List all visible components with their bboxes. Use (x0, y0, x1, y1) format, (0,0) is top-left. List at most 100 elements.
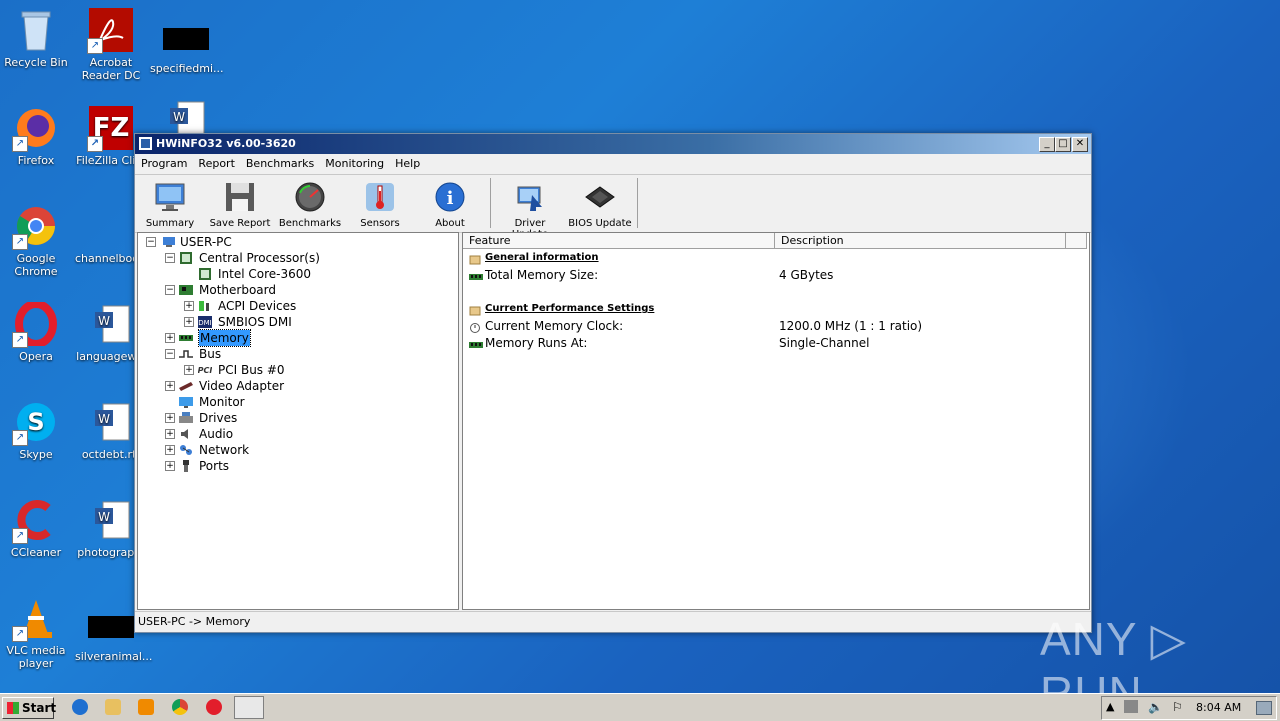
collapse-toggle[interactable]: − (165, 253, 175, 263)
column-header-feature[interactable]: Feature (463, 233, 775, 249)
tree-label: Network (199, 443, 250, 457)
desktop-icon-specifiedmi[interactable]: specifiedmi... (150, 8, 224, 75)
expand-toggle[interactable]: + (184, 301, 194, 311)
tree-label: Video Adapter (199, 379, 285, 393)
svg-text:DMI: DMI (198, 319, 212, 327)
opera-taskbar-icon[interactable] (206, 699, 222, 715)
desktop-icon-label: Opera (19, 350, 53, 363)
pci-icon: PCI (198, 364, 213, 376)
video-card-icon (179, 380, 193, 392)
chip-icon (584, 181, 616, 213)
driver-update-icon (514, 181, 546, 213)
desktop-icon-ccleaner[interactable]: ↗ CCleaner (0, 498, 72, 559)
menu-help[interactable]: Help (389, 154, 425, 170)
network-tray-icon[interactable] (1124, 700, 1138, 713)
app-icon (139, 137, 152, 150)
minimize-button[interactable]: _ (1039, 137, 1055, 152)
chrome-taskbar-icon[interactable] (172, 699, 188, 715)
media-player-icon[interactable] (138, 699, 154, 715)
expand-toggle[interactable]: + (165, 461, 175, 471)
explorer-folder-icon[interactable] (105, 699, 121, 715)
tree-label: Bus (199, 347, 222, 361)
desktop-icon-recycle-bin[interactable]: Recycle Bin (0, 8, 72, 69)
menu-report[interactable]: Report (192, 154, 239, 170)
desktop-icon-skype[interactable]: S ↗ Skype (0, 400, 72, 461)
column-header-spacer (1066, 233, 1087, 249)
chevron-up-icon[interactable]: ▲ (1106, 700, 1114, 713)
tree-label: SMBIOS DMI (218, 315, 292, 329)
toolbar-label: Sensors (360, 218, 400, 229)
desktop-icon-vlc[interactable]: ↗ VLC media player (0, 596, 72, 670)
bus-icon (179, 348, 193, 360)
info-icon: i (434, 181, 466, 213)
expand-toggle[interactable]: + (184, 317, 194, 327)
window-titlebar[interactable]: HWiNFO32 v6.00-3620 _ □ ✕ (135, 134, 1091, 154)
sensors-button[interactable]: Sensors (345, 179, 415, 229)
expand-toggle[interactable]: + (165, 333, 175, 343)
toolbar: Summary Save Report Benchmarks Sensors i… (135, 174, 1091, 240)
expand-toggle[interactable]: + (165, 413, 175, 423)
collapse-toggle[interactable]: − (165, 285, 175, 295)
benchmarks-button[interactable]: Benchmarks (275, 179, 345, 229)
device-tree[interactable]: − USER-PC − Central Processor(s) Intel C… (137, 232, 459, 610)
menu-monitoring[interactable]: Monitoring (319, 154, 389, 170)
close-button[interactable]: ✕ (1072, 137, 1088, 152)
tree-label: USER-PC (180, 235, 232, 249)
desktop-icon-label: silveranimal... (75, 650, 153, 663)
firefox-icon: ↗ (12, 106, 58, 152)
start-button[interactable]: Start (2, 697, 56, 719)
save-report-button[interactable]: Save Report (205, 179, 275, 229)
chrome-icon: ↗ (12, 204, 58, 250)
desktop-icon-firefox[interactable]: ↗ Firefox (0, 106, 72, 167)
recycle-bin-icon (14, 8, 58, 52)
tree-label: Intel Core-3600 (218, 267, 312, 281)
clock[interactable]: 8:04 AM (1196, 701, 1241, 714)
ie-icon[interactable] (72, 699, 88, 715)
collapse-toggle[interactable]: − (146, 237, 156, 247)
detail-value: 4 GBytes (779, 268, 834, 282)
usb-port-icon (179, 460, 193, 472)
vlc-cone-icon: ↗ (12, 596, 58, 642)
memory-module-icon (179, 332, 193, 344)
hwinfo-taskbar-button[interactable] (234, 696, 264, 719)
summary-button[interactable]: Summary (135, 179, 205, 229)
section-icon (469, 304, 483, 316)
monitor-icon (179, 396, 193, 408)
bios-update-button[interactable]: BIOS Update (565, 179, 635, 229)
desktop-icon-acrobat[interactable]: ↗ Acrobat Reader DC (75, 8, 147, 82)
about-button[interactable]: i About (415, 179, 485, 229)
redacted-file-icon (163, 28, 209, 50)
opera-icon: ↗ (12, 300, 58, 348)
menu-benchmarks[interactable]: Benchmarks (240, 154, 319, 170)
collapse-toggle[interactable]: − (165, 349, 175, 359)
motherboard-icon (179, 284, 193, 296)
flag-icon[interactable]: ⚐ (1172, 700, 1183, 714)
desktop-icon-opera[interactable]: ↗ Opera (0, 300, 72, 363)
toolbar-separator (637, 178, 638, 228)
expand-toggle[interactable]: + (165, 429, 175, 439)
svg-text:PCI: PCI (198, 366, 212, 375)
expand-toggle[interactable]: + (165, 381, 175, 391)
dmi-icon: DMI (198, 316, 212, 328)
clock-icon (469, 321, 483, 333)
monitor-icon (154, 181, 186, 213)
desktop-icon-label: VLC media player (6, 644, 66, 670)
detail-feature: Current Memory Clock: (485, 319, 624, 333)
taskbar: Start ▲ 🔈 ⚐ 8:04 AM (0, 693, 1280, 721)
desktop-icon-chrome[interactable]: ↗ Google Chrome (0, 204, 72, 278)
tree-label: Audio (199, 427, 234, 441)
expand-toggle[interactable]: + (165, 445, 175, 455)
expand-toggle[interactable]: + (184, 365, 194, 375)
menu-program[interactable]: Program (135, 154, 192, 170)
speaker-icon[interactable]: 🔈 (1148, 700, 1163, 714)
thermometer-icon (364, 181, 396, 213)
memory-module-icon (469, 338, 483, 348)
detail-value: 1200.0 MHz (1 : 1 ratio) (779, 319, 923, 333)
blank-file-icon (89, 204, 133, 248)
column-header-description[interactable]: Description (775, 233, 1066, 249)
ccleaner-icon: ↗ (12, 498, 58, 544)
show-desktop-icon[interactable] (1256, 701, 1272, 715)
driver-update-button[interactable]: Driver Update (495, 179, 565, 240)
menu-bar: Program Report Benchmarks Monitoring Help (135, 154, 1091, 174)
maximize-button[interactable]: □ (1055, 137, 1071, 152)
